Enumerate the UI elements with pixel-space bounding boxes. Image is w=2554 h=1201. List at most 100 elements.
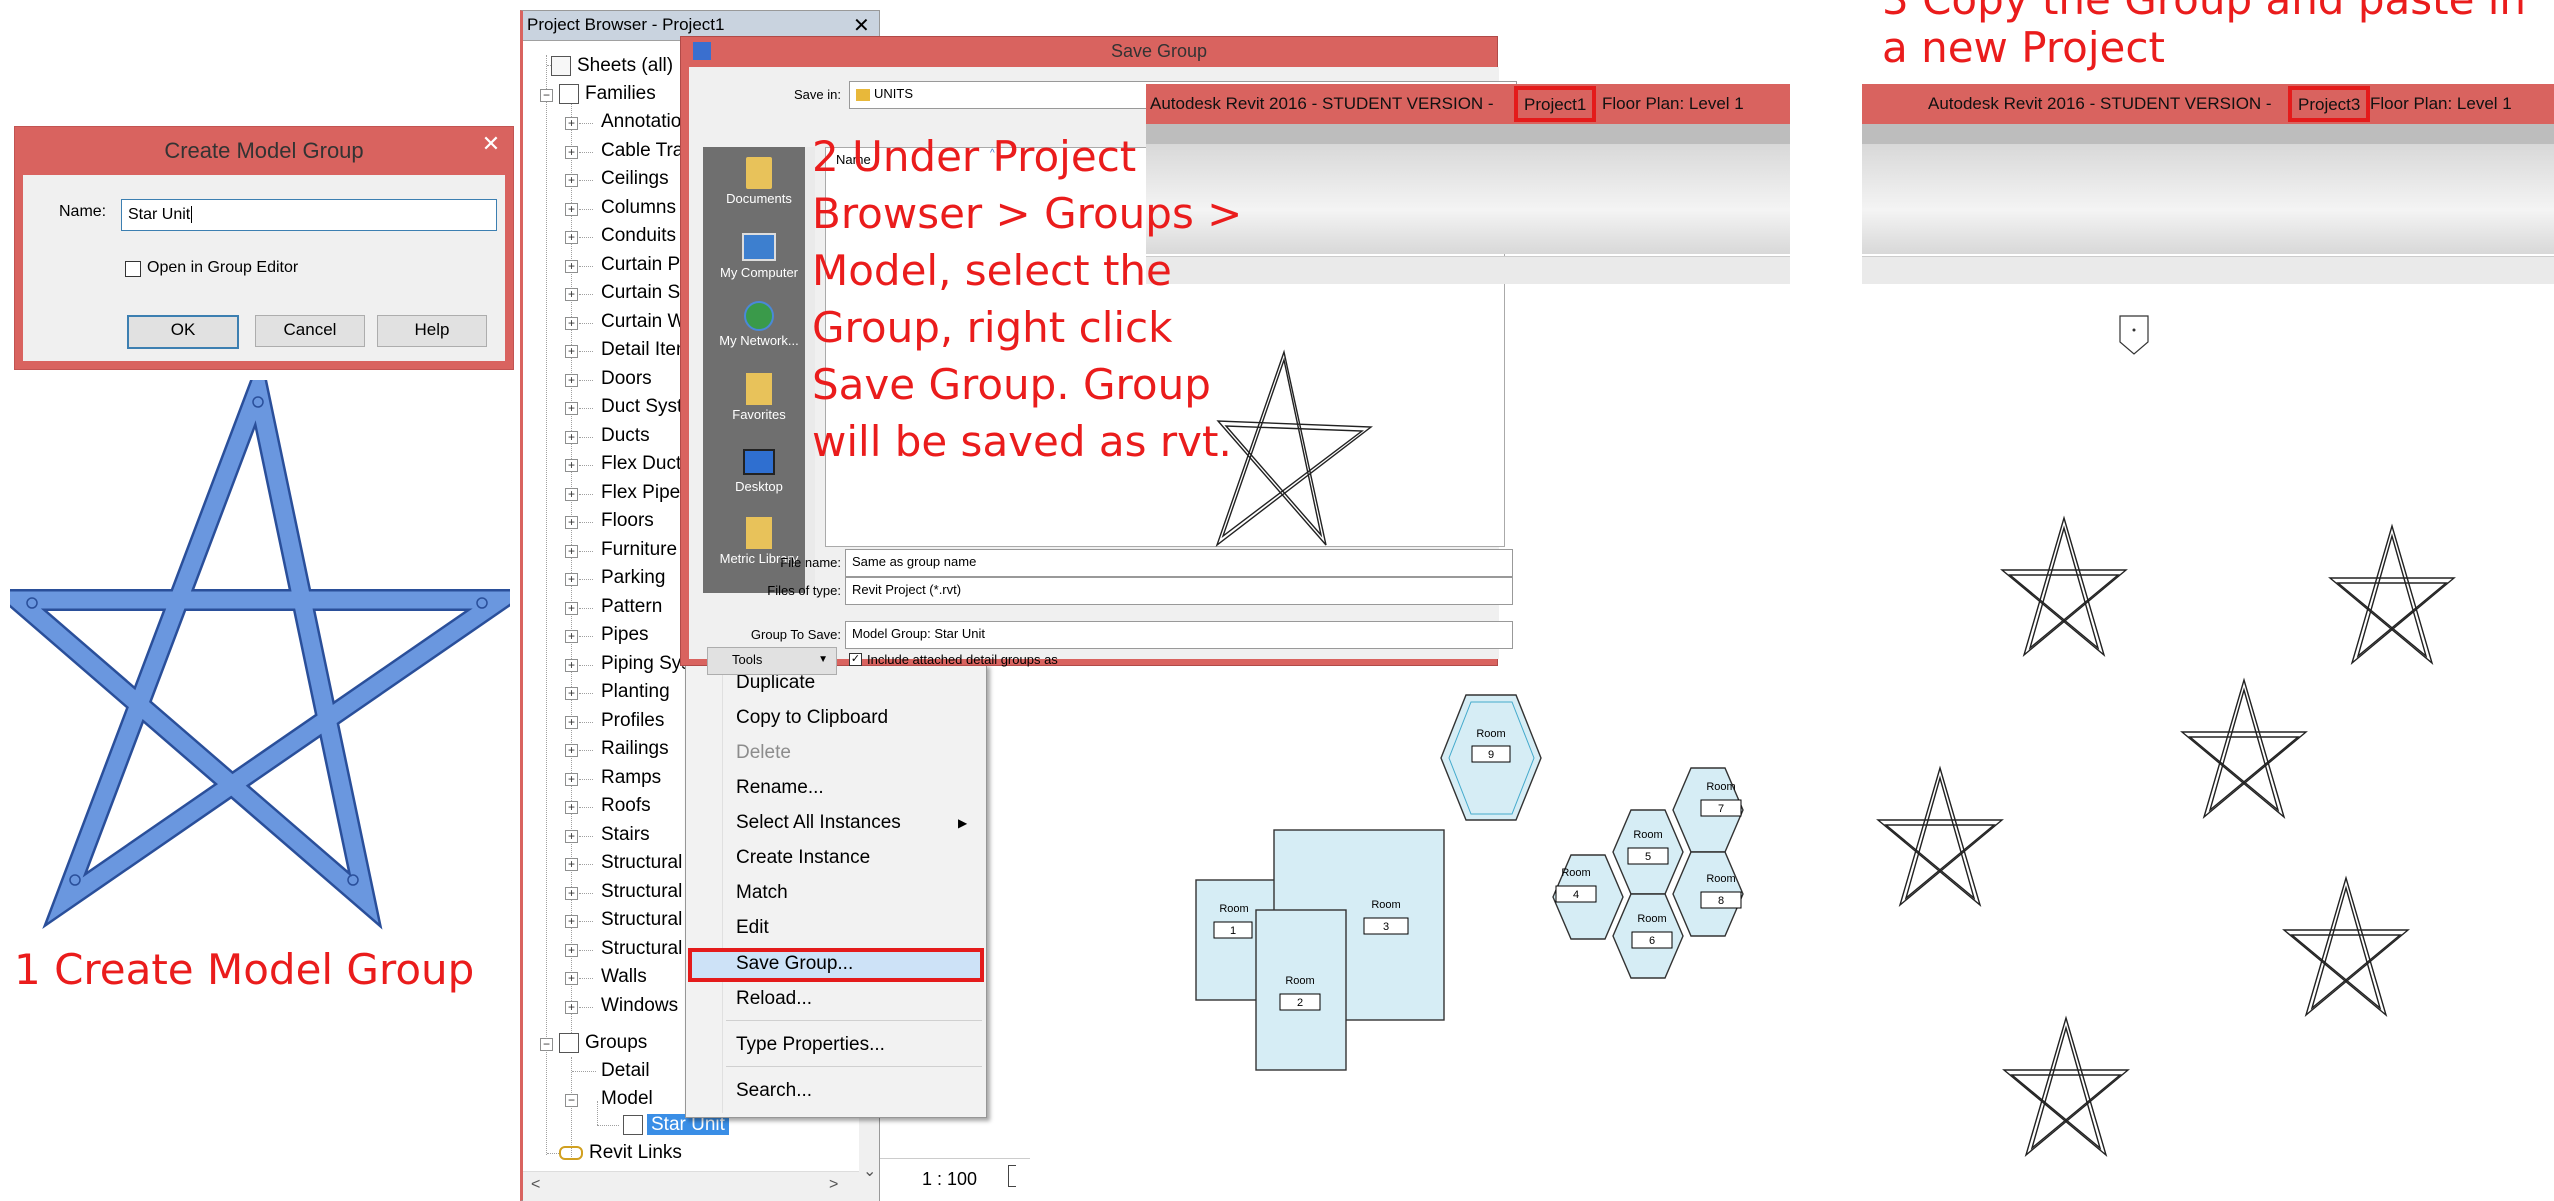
expand-family-toggle[interactable]: + — [565, 202, 578, 216]
star-instance[interactable] — [2329, 525, 2455, 664]
tree-item-family[interactable]: Stairs — [601, 821, 650, 849]
expand-family-toggle[interactable]: + — [565, 943, 578, 957]
open-in-group-editor-checkbox[interactable] — [125, 261, 141, 277]
tree-item-model[interactable]: Model — [601, 1085, 653, 1113]
place-desktop[interactable]: Desktop — [703, 439, 815, 503]
name-input[interactable]: Star Unit — [121, 199, 497, 231]
expand-family-toggle[interactable]: + — [565, 858, 578, 871]
tree-item-sheets[interactable]: Sheets (all) — [551, 52, 673, 80]
expand-family-toggle[interactable]: + — [565, 516, 578, 529]
menu-item-edit[interactable]: Edit — [736, 912, 769, 944]
scroll-down-icon[interactable]: ⌄ — [863, 1161, 876, 1181]
star-outline[interactable] — [1215, 349, 1373, 547]
collapse-groups-toggle[interactable]: − — [540, 1038, 553, 1051]
tree-item-family[interactable]: Doors — [601, 365, 652, 393]
expand-family-toggle[interactable]: + — [565, 1000, 578, 1014]
project1-floor-plan-canvas[interactable]: Room 9 Room 1 Room 3 Room 2 Room 7 Room … — [1146, 340, 1786, 1080]
expand-family-toggle[interactable]: + — [565, 402, 578, 415]
tree-item-family[interactable]: Curtain Sy — [601, 279, 690, 307]
expand-family-toggle[interactable]: + — [565, 573, 578, 586]
view-scale[interactable]: 1 : 100 — [922, 1169, 977, 1190]
tree-item-family[interactable]: Structural — [601, 906, 682, 934]
tree-item-family[interactable]: Windows — [601, 992, 678, 1020]
tree-item-families[interactable]: Families — [559, 80, 656, 108]
expand-family-toggle[interactable]: + — [565, 915, 578, 928]
star-instance[interactable] — [2283, 877, 2409, 1016]
menu-item-save-group[interactable]: Save Group... — [736, 948, 853, 980]
include-detail-groups-checkbox[interactable]: ✓ — [849, 653, 862, 666]
menu-item-copy-to-clipboard[interactable]: Copy to Clipboard — [736, 702, 888, 734]
tree-item-family[interactable]: Pattern — [601, 593, 662, 621]
tree-item-family[interactable]: Furniture — [601, 536, 677, 564]
tree-item-family[interactable]: Ducts — [601, 422, 650, 450]
collapse-families-toggle[interactable]: − — [540, 89, 553, 102]
tree-item-family[interactable]: Piping Sys — [601, 650, 691, 678]
ok-button[interactable]: OK — [127, 315, 239, 349]
expand-family-toggle[interactable]: + — [565, 601, 578, 615]
expand-family-toggle[interactable]: + — [565, 715, 578, 729]
tree-item-family[interactable]: Flex Pipes — [601, 479, 690, 507]
tree-item-family[interactable]: Curtain W — [601, 308, 685, 336]
place-my-computer[interactable]: My Computer — [703, 223, 815, 287]
menu-item-create-instance[interactable]: Create Instance — [736, 842, 870, 874]
expand-family-toggle[interactable]: + — [565, 316, 578, 330]
menu-item-select-all-instances[interactable]: Select All Instances — [736, 807, 901, 839]
tree-item-family[interactable]: Columns — [601, 194, 676, 222]
expand-family-toggle[interactable]: + — [565, 744, 578, 757]
tree-item-family[interactable]: Roofs — [601, 792, 651, 820]
collapse-model-toggle[interactable]: − — [565, 1094, 578, 1107]
tree-item-family[interactable]: Planting — [601, 678, 670, 706]
scroll-left-icon[interactable]: < — [531, 1176, 540, 1194]
close-icon[interactable]: ✕ — [853, 13, 870, 38]
tree-item-family[interactable]: Ceilings — [601, 165, 669, 193]
star-instance[interactable] — [2003, 1017, 2129, 1156]
star-instance[interactable] — [2001, 517, 2127, 656]
tree-item-family[interactable]: Conduits — [601, 222, 676, 250]
expand-family-toggle[interactable]: + — [565, 145, 578, 159]
tools-button[interactable]: Tools ▼ — [707, 647, 837, 675]
star-instance[interactable] — [2181, 679, 2307, 818]
place-my-network[interactable]: My Network... — [703, 295, 815, 359]
tree-item-family[interactable]: Structural — [601, 849, 682, 877]
cancel-button[interactable]: Cancel — [255, 315, 365, 347]
tree-item-revit-links[interactable]: Revit Links — [559, 1139, 682, 1167]
tree-item-family[interactable]: Floors — [601, 507, 654, 535]
expand-family-toggle[interactable]: + — [565, 487, 578, 501]
tree-item-family[interactable]: Profiles — [601, 707, 664, 735]
expand-family-toggle[interactable]: + — [565, 117, 578, 130]
tree-item-groups[interactable]: Groups — [559, 1029, 647, 1057]
scroll-right-icon[interactable]: > — [829, 1176, 838, 1194]
expand-family-toggle[interactable]: + — [565, 259, 578, 273]
expand-family-toggle[interactable]: + — [565, 801, 578, 814]
expand-family-toggle[interactable]: + — [565, 459, 578, 472]
tree-item-family[interactable]: Flex Ducts — [601, 450, 691, 478]
tree-item-family[interactable]: Structural — [601, 878, 682, 906]
expand-family-toggle[interactable]: + — [565, 288, 578, 301]
menu-item-search[interactable]: Search... — [736, 1075, 812, 1107]
project3-floor-plan-canvas[interactable] — [1862, 300, 2554, 1180]
star-instance[interactable] — [1877, 767, 2003, 906]
expand-family-toggle[interactable]: + — [565, 174, 578, 187]
tree-item-family[interactable]: Structural — [601, 935, 682, 963]
horizontal-scrollbar[interactable]: < > — [523, 1171, 859, 1201]
menu-item-match[interactable]: Match — [736, 877, 788, 909]
menu-item-type-properties[interactable]: Type Properties... — [736, 1029, 885, 1061]
expand-family-toggle[interactable]: + — [565, 886, 578, 900]
tree-item-family[interactable]: Curtain Pa — [601, 251, 691, 279]
tree-item-family[interactable]: Railings — [601, 735, 669, 763]
tree-item-family[interactable]: Detail Iten — [601, 336, 687, 364]
room-2[interactable] — [1255, 909, 1347, 1071]
tree-item-family[interactable]: Pipes — [601, 621, 649, 649]
tree-item-family[interactable]: Parking — [601, 564, 665, 592]
expand-family-toggle[interactable]: + — [565, 430, 578, 444]
expand-family-toggle[interactable]: + — [565, 772, 578, 786]
expand-family-toggle[interactable]: + — [565, 373, 578, 387]
tree-item-detail[interactable]: Detail — [601, 1057, 650, 1085]
expand-family-toggle[interactable]: + — [565, 972, 578, 985]
place-documents[interactable]: Documents — [703, 151, 815, 215]
help-button[interactable]: Help — [377, 315, 487, 347]
tree-item-family[interactable]: Ramps — [601, 764, 661, 792]
menu-item-reload[interactable]: Reload... — [736, 983, 812, 1015]
tree-item-family[interactable]: Annotatio — [601, 108, 681, 136]
close-icon[interactable]: ✕ — [473, 129, 509, 159]
